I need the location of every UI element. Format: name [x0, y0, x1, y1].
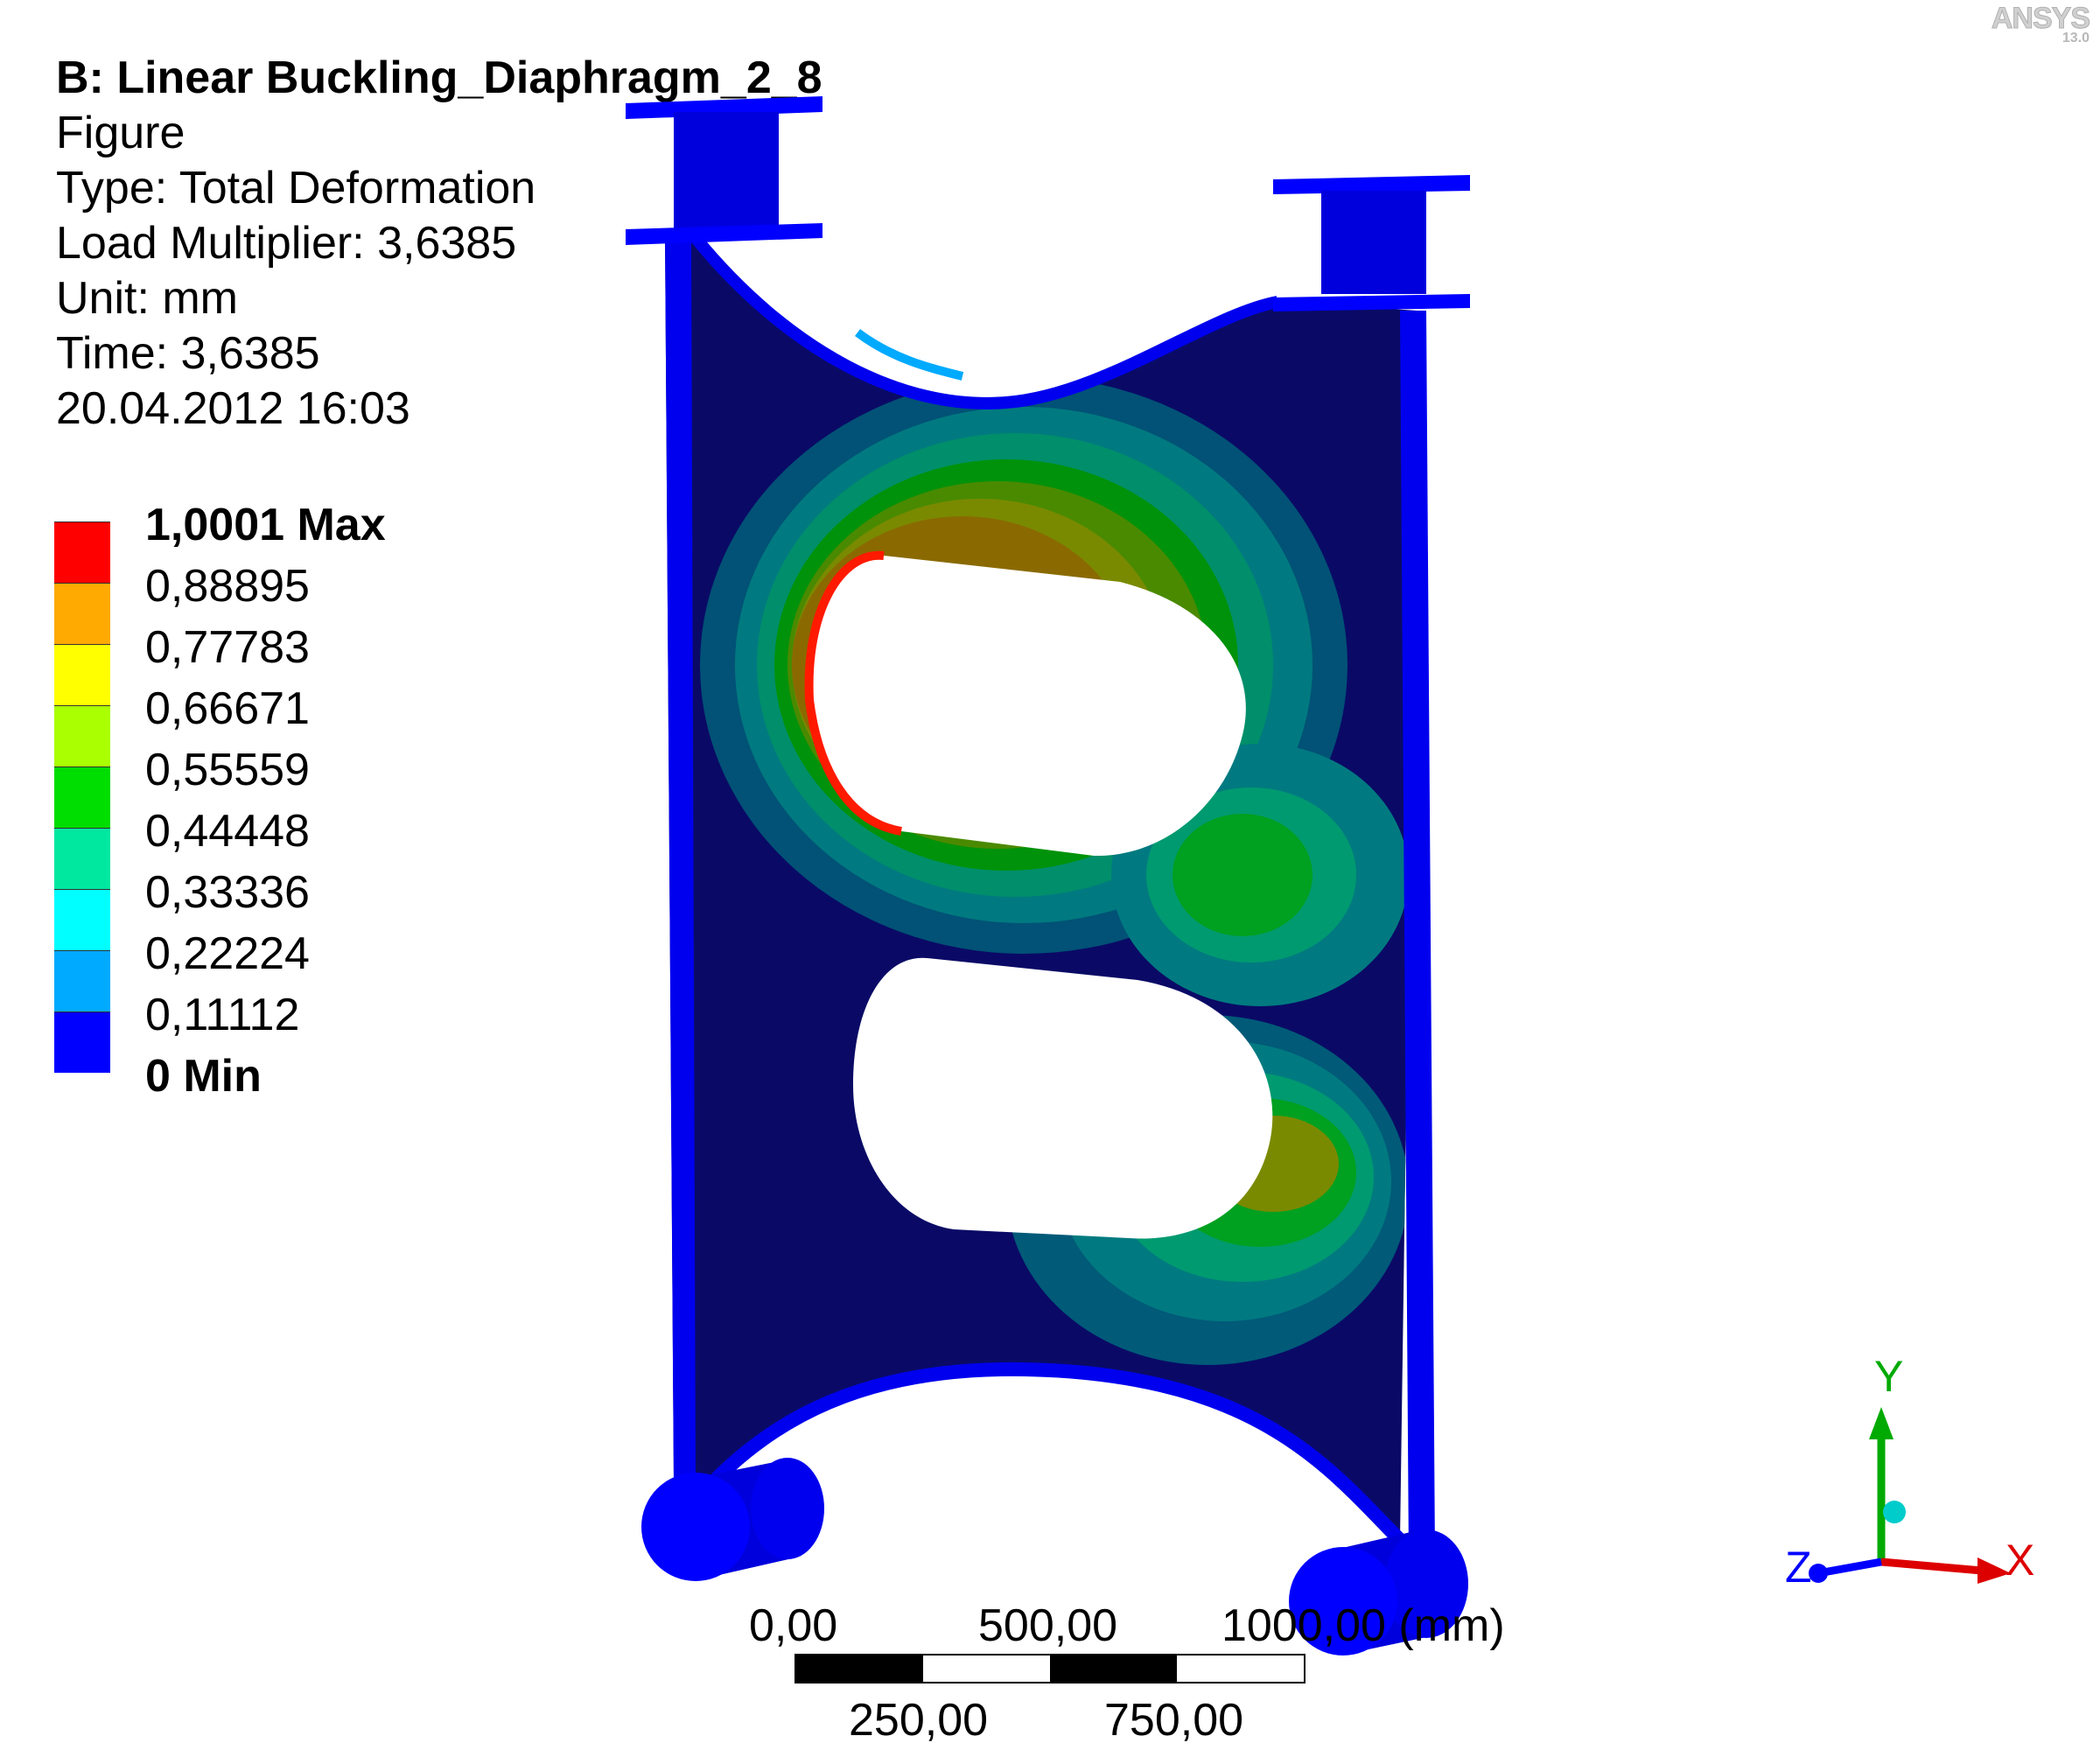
y-axis-label: Y	[1874, 1352, 1903, 1401]
y-axis-arrow	[1869, 1407, 1894, 1439]
top-right-beam	[1273, 175, 1470, 312]
axis-triad[interactable]: Y X Z	[1768, 1348, 2056, 1601]
scale-label: 750,00	[1104, 1695, 1244, 1746]
scale-ruler	[794, 1654, 1306, 1684]
scale-label: 500,00	[978, 1600, 1118, 1651]
x-axis-line	[1880, 1558, 1983, 1575]
diaphragm-web	[665, 234, 1418, 1540]
scale-label: 250,00	[849, 1695, 989, 1746]
top-left-beam	[626, 96, 822, 245]
right-flange	[1400, 311, 1435, 1562]
z-axis-label: Z	[1785, 1543, 1812, 1592]
bottom-left-support	[641, 1458, 824, 1581]
triad-origin-marker	[1883, 1501, 1906, 1523]
left-flange	[665, 234, 696, 1488]
scale-label: 0,00	[749, 1600, 838, 1651]
x-axis-label: X	[2006, 1536, 2034, 1585]
scale-label: 1000,00 (mm)	[1222, 1600, 1505, 1651]
